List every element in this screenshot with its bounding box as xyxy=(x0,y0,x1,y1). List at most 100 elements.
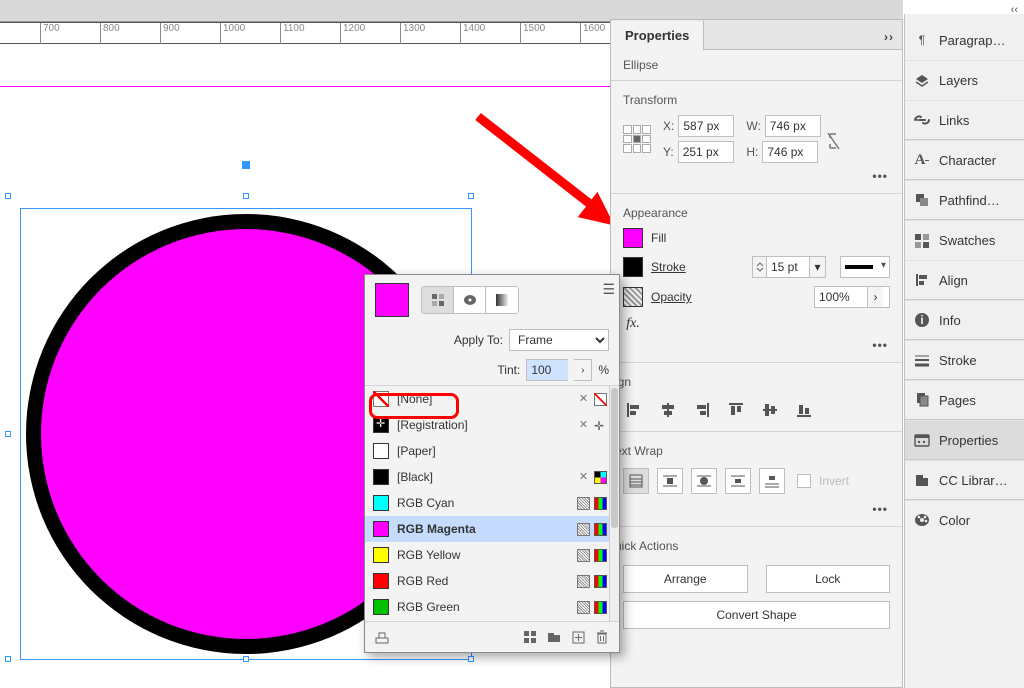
swatch-item[interactable]: RGB Magenta xyxy=(365,516,619,542)
align-hcenter-icon[interactable] xyxy=(657,399,679,421)
textwrap-more-icon[interactable]: ••• xyxy=(611,500,902,522)
arrange-button[interactable]: Arrange xyxy=(623,565,748,593)
stroke-style-dropdown[interactable] xyxy=(840,256,890,278)
swatch-mode-toggle[interactable] xyxy=(421,286,519,314)
panel-character[interactable]: ACharacter xyxy=(905,140,1024,180)
ruler-tick: 700 xyxy=(40,23,60,45)
align-top-icon[interactable] xyxy=(725,399,747,421)
wrap-bbox-icon[interactable] xyxy=(657,468,683,494)
swatch-meta-grid-icon xyxy=(577,497,590,510)
fx-icon[interactable]: fx. xyxy=(623,316,643,332)
swatch-meta-grid-icon xyxy=(577,575,590,588)
selection-handle[interactable] xyxy=(468,193,474,199)
appearance-section-label: Appearance xyxy=(611,198,902,224)
tint-input[interactable] xyxy=(526,359,568,381)
align-vcenter-icon[interactable] xyxy=(759,399,781,421)
align-icon xyxy=(913,271,931,289)
stroke-swatch[interactable] xyxy=(623,257,643,277)
swatch-meta: ✕ xyxy=(577,471,607,484)
swatch-meta-rgb-icon xyxy=(594,601,607,614)
swatch-meta xyxy=(577,601,607,614)
panel-stroke[interactable]: Stroke xyxy=(905,340,1024,380)
current-fill-swatch[interactable] xyxy=(375,283,409,317)
properties-tab[interactable]: Properties xyxy=(611,21,704,51)
panel-pathfinder[interactable]: Pathfind… xyxy=(905,180,1024,220)
ruler-tick: 1100 xyxy=(280,23,305,45)
panel-align[interactable]: Align xyxy=(905,260,1024,300)
convert-shape-button[interactable]: Convert Shape xyxy=(623,601,890,629)
swatch-color-box xyxy=(373,547,389,563)
wrap-jump-icon[interactable] xyxy=(725,468,751,494)
h-input[interactable] xyxy=(762,141,818,163)
swatch-new-icon[interactable] xyxy=(569,628,587,646)
swatch-folder-icon[interactable] xyxy=(545,628,563,646)
swatch-list-mode-icon[interactable] xyxy=(422,287,454,313)
rotate-handle[interactable] xyxy=(242,161,250,169)
swatch-scrollbar[interactable] xyxy=(609,386,619,621)
dock-collapse-icon[interactable]: ‹‹ xyxy=(1011,4,1018,16)
align-bottom-icon[interactable] xyxy=(793,399,815,421)
invert-checkbox[interactable] xyxy=(797,474,811,488)
w-input[interactable] xyxy=(765,115,821,137)
stroke-label[interactable]: Stroke xyxy=(651,260,686,274)
swatch-item[interactable]: [None]✕ xyxy=(365,386,619,412)
fill-label: Fill xyxy=(651,231,666,245)
selection-handle[interactable] xyxy=(468,656,474,662)
panel-swatches[interactable]: Swatches xyxy=(905,220,1024,260)
appearance-more-icon[interactable]: ••• xyxy=(611,336,902,358)
selection-handle[interactable] xyxy=(243,193,249,199)
swatch-item[interactable]: [Paper] xyxy=(365,438,619,464)
x-input[interactable] xyxy=(678,115,734,137)
panel-properties[interactable]: Properties xyxy=(905,420,1024,460)
properties-icon xyxy=(913,431,931,449)
color-picker-mode-icon[interactable] xyxy=(454,287,486,313)
swatch-delete-icon[interactable] xyxy=(593,628,611,646)
popup-menu-icon[interactable]: ☰ xyxy=(602,281,613,298)
y-input[interactable] xyxy=(678,141,734,163)
selection-handle[interactable] xyxy=(5,431,11,437)
swatch-name: [None] xyxy=(397,392,569,406)
transform-more-icon[interactable]: ••• xyxy=(611,167,902,189)
selection-handle[interactable] xyxy=(5,656,11,662)
selection-handle[interactable] xyxy=(243,656,249,662)
tint-unit: % xyxy=(598,363,609,377)
gradient-mode-icon[interactable] xyxy=(486,287,518,313)
panel-cc-libraries[interactable]: CC Librar… xyxy=(905,460,1024,500)
panel-info[interactable]: iInfo xyxy=(905,300,1024,340)
swatch-item[interactable]: RGB Yellow xyxy=(365,542,619,568)
selection-handle[interactable] xyxy=(5,193,11,199)
align-right-icon[interactable] xyxy=(691,399,713,421)
constrain-proportions-icon[interactable] xyxy=(827,131,843,147)
opacity-input[interactable]: › xyxy=(814,286,890,308)
fill-swatch[interactable] xyxy=(623,228,643,248)
swatch-item[interactable]: [Registration]✕✛ xyxy=(365,412,619,438)
guide-horizontal[interactable] xyxy=(0,86,610,87)
tint-dropdown-arrow[interactable]: › xyxy=(574,359,592,381)
panel-color[interactable]: Color xyxy=(905,500,1024,540)
lock-button[interactable]: Lock xyxy=(766,565,891,593)
swatch-meta xyxy=(577,575,607,588)
panel-links[interactable]: Links xyxy=(905,100,1024,140)
opacity-label[interactable]: Opacity xyxy=(651,290,692,304)
swatch-color-box xyxy=(373,521,389,537)
swatch-item[interactable]: RGB Red xyxy=(365,568,619,594)
wrap-none-icon[interactable] xyxy=(623,468,649,494)
swatch-view-icon[interactable] xyxy=(521,628,539,646)
ruler-tick: 800 xyxy=(100,23,120,45)
swatch-name: RGB Yellow xyxy=(397,548,569,562)
swatch-meta-grid-icon xyxy=(577,601,590,614)
swatch-new-group-icon[interactable] xyxy=(373,628,391,646)
wrap-shape-icon[interactable] xyxy=(691,468,717,494)
wrap-jumpnext-icon[interactable] xyxy=(759,468,785,494)
panel-paragraph[interactable]: ¶Paragrap… xyxy=(905,20,1024,60)
panel-pages[interactable]: Pages xyxy=(905,380,1024,420)
apply-to-select[interactable]: Frame xyxy=(509,329,609,351)
reference-point-grid[interactable] xyxy=(623,125,651,153)
swatch-item[interactable]: [Black]✕ xyxy=(365,464,619,490)
swatch-item[interactable]: RGB Green xyxy=(365,594,619,620)
align-left-icon[interactable] xyxy=(623,399,645,421)
panel-layers[interactable]: Layers xyxy=(905,60,1024,100)
panel-collapse-arrows[interactable]: ›› xyxy=(884,30,894,44)
swatch-item[interactable]: RGB Cyan xyxy=(365,490,619,516)
stroke-weight-input[interactable]: ▾ xyxy=(752,256,826,278)
